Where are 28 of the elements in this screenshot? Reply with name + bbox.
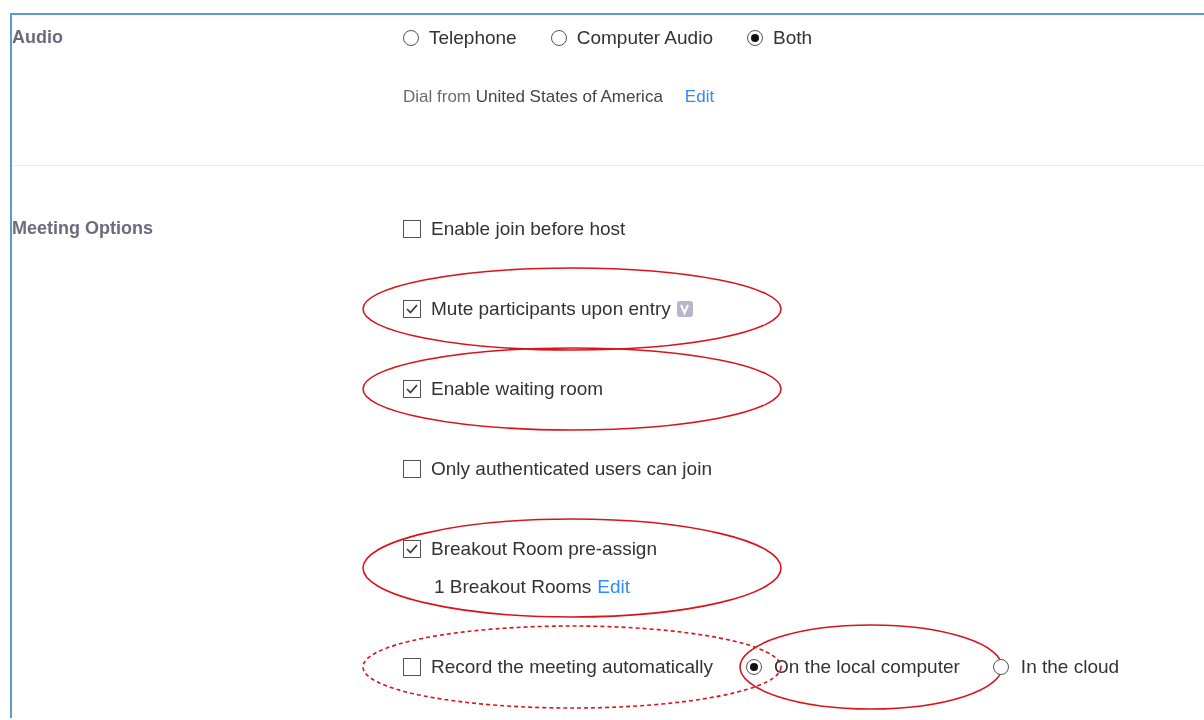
radio-label: On the local computer [774, 656, 960, 678]
radio-button[interactable] [746, 659, 762, 675]
option-label: Only authenticated users can join [431, 458, 712, 480]
checkbox[interactable] [403, 460, 421, 478]
option-label: Enable waiting room [431, 378, 604, 400]
radio-label: In the cloud [1020, 656, 1120, 678]
option-label: Breakout Room pre-assign [431, 538, 657, 560]
option-label: Mute participants upon entry [431, 298, 671, 320]
breakout-count-text: 1 Breakout Rooms [434, 576, 592, 598]
section-label: Audio [12, 27, 64, 49]
radio-label: Telephone [429, 27, 517, 49]
radio-button[interactable] [550, 30, 567, 46]
radio-label: Computer Audio [576, 27, 713, 49]
option-label: Enable join before host [431, 218, 626, 240]
checkbox[interactable] [403, 300, 421, 318]
radio-button[interactable] [403, 30, 419, 46]
dial-from-text: Dial from United States of America [403, 87, 663, 107]
checkbox[interactable] [403, 220, 421, 238]
radio-button[interactable] [746, 30, 763, 46]
edit-link[interactable]: Edit [684, 87, 715, 107]
section-label: Meeting Options [12, 218, 154, 240]
checkbox[interactable] [403, 380, 421, 398]
checkbox[interactable] [403, 540, 421, 558]
option-label: Record the meeting automatically [431, 656, 713, 678]
radio-label: Both [772, 27, 813, 49]
checkbox[interactable] [403, 658, 421, 676]
edit-link[interactable]: Edit [597, 576, 631, 598]
radio-button[interactable] [992, 659, 1009, 675]
